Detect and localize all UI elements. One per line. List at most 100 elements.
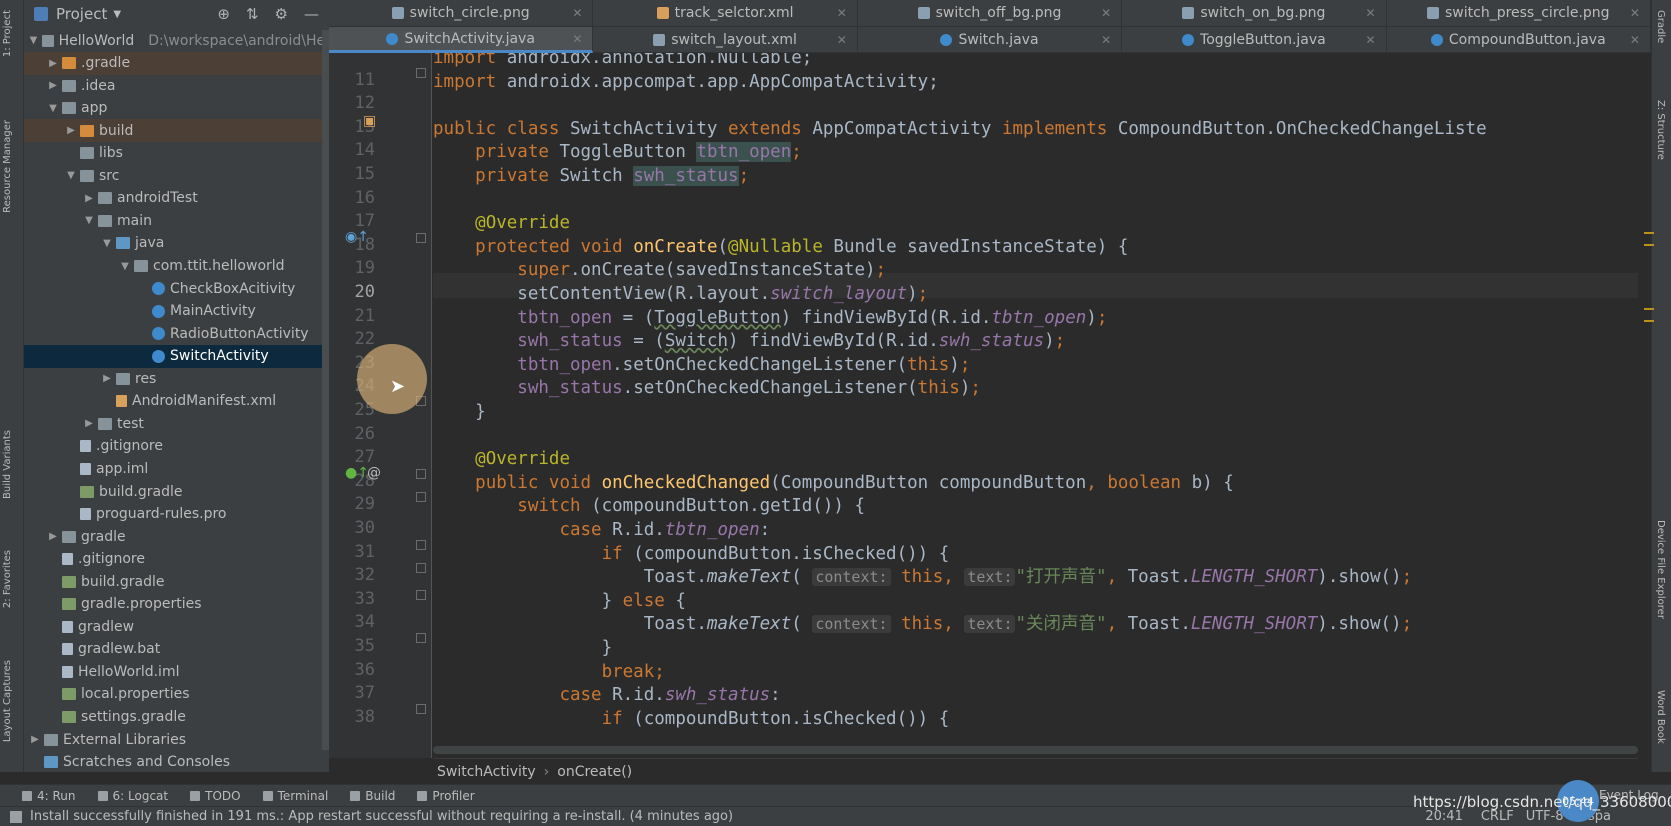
chevron-right-icon[interactable]: ▶: [100, 373, 114, 384]
implement-method-icon[interactable]: ●↑: [345, 465, 369, 481]
status-message[interactable]: Install successfully finished in 191 ms.…: [30, 809, 733, 824]
fold-marker-icon[interactable]: [416, 469, 426, 479]
tree-item[interactable]: ▶ .gradle: [24, 51, 329, 75]
close-icon[interactable]: ✕: [572, 6, 582, 20]
chevron-down-icon[interactable]: ▼: [27, 35, 39, 46]
project-view-selector[interactable]: Project: [56, 5, 107, 23]
editor-tab[interactable]: switch_circle.png ✕: [329, 0, 594, 26]
chevron-right-icon[interactable]: ▶: [46, 531, 60, 542]
code-line[interactable]: super.onCreate(savedInstanceState);: [433, 258, 886, 283]
code-line[interactable]: public class SwitchActivity extends AppC…: [433, 117, 1487, 142]
editor-tab[interactable]: SwitchActivity.java ✕: [329, 27, 594, 53]
tree-item[interactable]: ▼ java: [24, 232, 329, 255]
code-line[interactable]: @Override: [433, 447, 570, 472]
fold-marker-icon[interactable]: [416, 590, 426, 600]
tree-item[interactable]: ▶ test: [24, 412, 329, 435]
code-line[interactable]: public void onCheckedChanged(CompoundBut…: [433, 471, 1234, 496]
tree-item[interactable]: local.properties: [24, 683, 329, 706]
editor-tab[interactable]: switch_press_circle.png ✕: [1387, 0, 1651, 26]
tree-item[interactable]: CheckBoxAcitivity: [24, 277, 329, 300]
code-line[interactable]: protected void onCreate(@Nullable Bundle…: [433, 235, 1128, 260]
fold-marker-icon[interactable]: [416, 633, 426, 643]
close-icon[interactable]: ✕: [1366, 6, 1376, 20]
tree-item[interactable]: settings.gradle: [24, 706, 329, 729]
editor-tab[interactable]: switch_on_bg.png ✕: [1122, 0, 1387, 26]
editor-tab[interactable]: ToggleButton.java ✕: [1122, 27, 1387, 53]
right-strip-tab[interactable]: Z: Structure: [1655, 100, 1666, 160]
tree-item[interactable]: RadioButtonActivity: [24, 322, 329, 345]
error-stripe-mark[interactable]: [1644, 320, 1654, 322]
tool-window-button[interactable]: Terminal: [262, 789, 328, 803]
close-icon[interactable]: ✕: [837, 33, 847, 47]
left-strip-tab[interactable]: Layout Captures: [2, 660, 13, 742]
fold-marker-icon[interactable]: [416, 563, 426, 573]
close-icon[interactable]: ✕: [1366, 33, 1376, 47]
editor-tab[interactable]: track_selctor.xml ✕: [593, 0, 858, 26]
tree-item[interactable]: ▼ HelloWorld D:\workspace\android\Hel: [24, 29, 329, 52]
editor-tab[interactable]: CompoundButton.java ✕: [1387, 27, 1651, 53]
code-line[interactable]: break;: [433, 660, 665, 685]
code-line[interactable]: setContentView(R.layout.switch_layout);: [433, 282, 928, 307]
chevron-right-icon[interactable]: ▶: [28, 734, 42, 745]
chevron-right-icon[interactable]: ▶: [46, 80, 60, 91]
right-strip-tab[interactable]: Gradle: [1655, 10, 1666, 43]
tree-item[interactable]: build.gradle: [24, 570, 329, 593]
right-strip-tab[interactable]: Device File Explorer: [1655, 520, 1666, 619]
editor-tab[interactable]: switch_layout.xml ✕: [593, 27, 858, 53]
tree-item[interactable]: gradlew: [24, 615, 329, 638]
code-line[interactable]: case R.id.tbtn_open:: [433, 518, 770, 543]
tool-window-button[interactable]: 4: Run: [22, 789, 76, 803]
code-line[interactable]: @Override: [433, 211, 570, 236]
left-strip-tab[interactable]: 2: Favorites: [2, 550, 13, 608]
code-editor[interactable]: import androidx.annotation.Nullable; impo…: [433, 53, 1638, 758]
tree-item[interactable]: AndroidManifest.xml: [24, 390, 329, 413]
code-line[interactable]: Toast.makeText( context: this, text: "关闭声…: [433, 612, 1412, 637]
chevron-down-icon[interactable]: ▼: [82, 215, 96, 226]
error-stripe-mark[interactable]: [1644, 308, 1654, 310]
chevron-down-icon[interactable]: ▼: [118, 261, 132, 272]
chevron-right-icon[interactable]: ▶: [82, 193, 96, 204]
fold-marker-icon[interactable]: [416, 704, 426, 714]
close-icon[interactable]: ✕: [572, 32, 582, 46]
tree-item[interactable]: libs: [24, 142, 329, 165]
left-strip-tab[interactable]: Resource Manager: [2, 120, 13, 213]
error-stripe-mark[interactable]: [1644, 232, 1654, 234]
chevron-right-icon[interactable]: ▶: [64, 125, 78, 136]
close-icon[interactable]: ✕: [837, 6, 847, 20]
tree-item[interactable]: app.iml: [24, 457, 329, 480]
override-method-icon[interactable]: ◉↑: [345, 229, 369, 245]
close-icon[interactable]: ✕: [1630, 6, 1640, 20]
code-line[interactable]: swh_status = (Switch) findViewById(R.id.…: [433, 329, 1065, 354]
chevron-down-icon[interactable]: ▼: [64, 170, 78, 181]
code-line[interactable]: private ToggleButton tbtn_open;: [433, 140, 802, 165]
collapse-all-icon[interactable]: ⇅: [246, 5, 259, 23]
fold-marker-icon[interactable]: [416, 540, 426, 550]
caret-position[interactable]: 20:41: [1425, 809, 1462, 824]
fold-marker-icon[interactable]: [416, 233, 426, 243]
tree-item[interactable]: ▶ gradle: [24, 525, 329, 548]
tool-window-button[interactable]: 6: Logcat: [97, 789, 168, 803]
left-strip-tab[interactable]: Build Variants: [2, 430, 13, 499]
tree-item[interactable]: ▶ res: [24, 367, 329, 390]
code-line[interactable]: private Switch swh_status;: [433, 164, 749, 189]
breadcrumb-class[interactable]: SwitchActivity: [437, 764, 536, 780]
tree-item[interactable]: ▼ app: [24, 97, 329, 120]
editor-tab[interactable]: Switch.java ✕: [858, 27, 1123, 53]
tree-item[interactable]: ▼ src: [24, 164, 329, 187]
tree-item[interactable]: ▼ main: [24, 209, 329, 232]
code-line[interactable]: }: [433, 400, 486, 425]
line-separator[interactable]: CRLF: [1481, 809, 1514, 824]
locate-target-icon[interactable]: ⊕: [217, 5, 230, 23]
tree-item[interactable]: proguard-rules.pro: [24, 503, 329, 526]
tree-item[interactable]: gradle.properties: [24, 593, 329, 616]
file-encoding[interactable]: UTF-8: [1526, 809, 1564, 824]
close-icon[interactable]: ✕: [1101, 33, 1111, 47]
code-line[interactable]: } else {: [433, 589, 686, 614]
tree-item[interactable]: ▶ build: [24, 119, 329, 143]
tree-item[interactable]: ▶ androidTest: [24, 187, 329, 210]
tree-item[interactable]: ▶ External Libraries: [24, 728, 329, 751]
chevron-down-icon[interactable]: ▼: [100, 238, 114, 249]
tree-item[interactable]: .gitignore: [24, 435, 329, 458]
code-line[interactable]: import androidx.annotation.Nullable;: [433, 53, 812, 71]
annotation-icon[interactable]: @: [367, 465, 381, 481]
